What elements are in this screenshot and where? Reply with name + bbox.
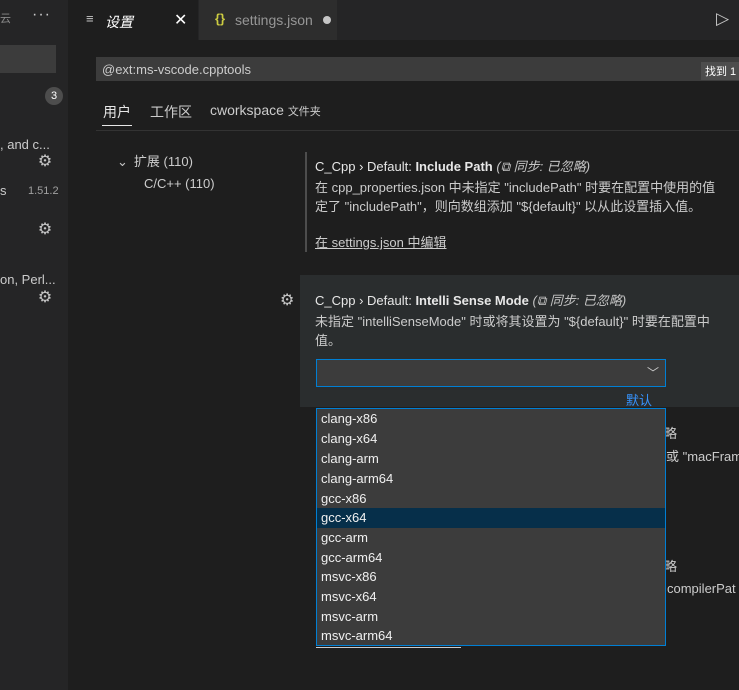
toc-item-extensions[interactable]: ⌄ 扩展 (110) <box>117 151 193 170</box>
edit-in-settings-json-link[interactable]: 在 settings.json 中编辑 <box>315 232 447 251</box>
background-text-fragment: compilerPat <box>667 581 736 596</box>
tab-label: 设置 <box>105 14 133 30</box>
results-count-badge: 找到 1 <box>701 62 739 80</box>
settings-lines-icon: ≡ <box>86 11 94 26</box>
sidebar-title-fragment: 云 <box>0 13 11 25</box>
dropdown-option[interactable]: msvc-x86 <box>317 567 665 587</box>
gear-icon[interactable]: ⚙ <box>280 290 294 310</box>
settings-search-input[interactable]: @ext:ms-vscode.cpptools 找到 1 <box>96 57 739 81</box>
dropdown-option-selected[interactable]: gcc-x64 <box>317 508 665 528</box>
chevron-down-icon: ﹀ <box>646 366 659 380</box>
tab-folder[interactable]: cworkspace 文件夹 <box>210 102 321 119</box>
extension-item-description[interactable]: , and c... <box>0 137 50 152</box>
tab-label: settings.json <box>235 12 313 28</box>
sync-ignored-label: (⧉ 同步: 已忽略) <box>532 293 627 308</box>
setting-title: C_Cpp › Default: Intelli Sense Mode (⧉ 同… <box>315 290 626 309</box>
close-icon[interactable]: ✕ <box>174 10 187 30</box>
search-query: @ext:ms-vscode.cpptools <box>102 62 252 77</box>
dropdown-option[interactable]: msvc-arm64 <box>317 626 665 646</box>
more-actions-icon[interactable]: ··· <box>32 6 51 24</box>
dropdown-option[interactable]: clang-x64 <box>317 429 665 449</box>
dropdown-option[interactable]: msvc-x64 <box>317 587 665 607</box>
setting-description: 在 cpp_properties.json 中未指定 "includePath"… <box>315 180 716 195</box>
setting-name: Include Path <box>415 159 493 174</box>
folder-suffix: 文件夹 <box>287 106 321 118</box>
sidebar-search-input[interactable] <box>0 45 56 73</box>
setting-description: 定了 "includePath"，则向数组添加 "${default}" 以从此… <box>315 199 702 214</box>
intellisense-mode-dropdown: clang-x86 clang-x64 clang-arm clang-arm6… <box>316 408 666 646</box>
setting-name: Intelli Sense Mode <box>415 293 529 308</box>
dropdown-option[interactable]: msvc-arm <box>317 607 665 627</box>
folder-name: cworkspace <box>210 102 284 118</box>
tab-user[interactable]: 用户 <box>103 102 131 122</box>
background-link-underline <box>316 647 461 648</box>
dropdown-option[interactable]: clang-arm <box>317 449 665 469</box>
dropdown-option[interactable]: gcc-x86 <box>317 489 665 509</box>
count-badge: 3 <box>45 87 63 105</box>
active-tab-indicator <box>102 125 132 126</box>
tab-workspace[interactable]: 工作区 <box>150 102 192 122</box>
editor-tab-bar: ≡ 设置 ✕ {} settings.json ▷ <box>68 0 739 40</box>
extension-item-description[interactable]: on, Perl... <box>0 272 56 287</box>
toc-item-cpp[interactable]: C/C++ (110) <box>144 176 215 191</box>
setting-title: C_Cpp › Default: Include Path (⧉ 同步: 已忽略… <box>315 156 590 175</box>
toc-label: 扩展 (110) <box>133 154 193 169</box>
setting-category: C_Cpp › Default: <box>315 159 416 174</box>
dropdown-option[interactable]: clang-x86 <box>317 409 665 429</box>
setting-modified-indicator <box>305 152 307 252</box>
tab-settings-json[interactable]: {} settings.json <box>199 0 337 40</box>
gear-icon[interactable]: ⚙ <box>37 222 53 238</box>
background-text-fragment: 或 "macFram <box>666 449 739 464</box>
tab-settings[interactable]: ≡ 设置 ✕ <box>68 0 198 40</box>
sync-ignored-label: (⧉ 同步: 已忽略) <box>496 159 591 174</box>
dropdown-option[interactable]: gcc-arm <box>317 528 665 548</box>
json-braces-icon: {} <box>215 11 226 26</box>
default-option-label: 默认 <box>626 393 653 408</box>
extension-version: 1.51.2 <box>28 185 59 197</box>
gear-icon[interactable]: ⚙ <box>37 154 53 170</box>
setting-description: 未指定 "intelliSenseMode" 时或将其设置为 "${defaul… <box>315 314 710 329</box>
dropdown-option[interactable]: clang-arm64 <box>317 469 665 489</box>
intellisense-mode-select[interactable]: ﹀ <box>316 359 666 387</box>
extension-item-name[interactable]: s <box>0 183 7 198</box>
extensions-sidebar: 云 ··· 3 , and c... ⚙ s 1.51.2 ⚙ on, Perl… <box>0 0 68 690</box>
run-icon[interactable]: ▷ <box>716 9 729 29</box>
gear-icon[interactable]: ⚙ <box>37 290 53 306</box>
setting-description: 值。 <box>315 333 342 348</box>
setting-category: C_Cpp › Default: <box>315 293 416 308</box>
chevron-down-icon: ⌄ <box>117 154 128 169</box>
unsaved-dot-icon[interactable] <box>323 16 331 24</box>
sidebar-header: 云 ··· <box>0 0 68 40</box>
divider <box>96 130 739 131</box>
dropdown-option[interactable]: gcc-arm64 <box>317 548 665 568</box>
